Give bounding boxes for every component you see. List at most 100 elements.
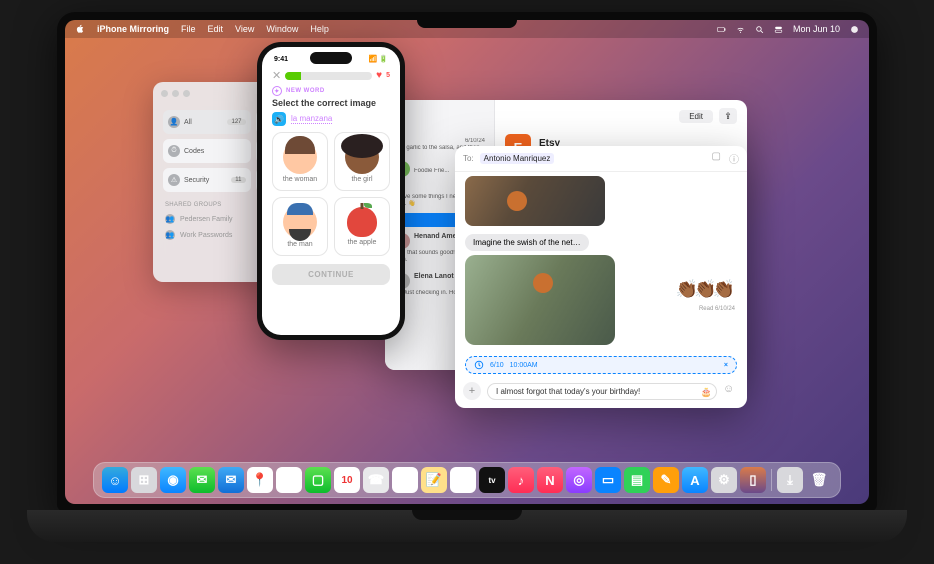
note-preview: Foodie Frie... <box>414 168 449 174</box>
dock-trash-icon[interactable]: 🗑 <box>806 467 832 493</box>
siri-icon[interactable] <box>850 25 859 34</box>
dock-music-icon[interactable]: ♪ <box>508 467 534 493</box>
tile-label: Codes <box>184 148 204 155</box>
dock-appstore-icon[interactable]: A <box>682 467 708 493</box>
emoji-button[interactable]: ☺ <box>723 383 739 399</box>
menubar-date[interactable]: Mon Jun 10 <box>793 24 840 34</box>
dock-tv-icon[interactable]: tv <box>479 467 505 493</box>
answer-card-woman[interactable]: the woman <box>272 132 328 191</box>
dock-safari-icon[interactable]: ◉ <box>160 467 186 493</box>
dock-maps-icon[interactable]: 📍 <box>247 467 273 493</box>
battery-icon[interactable] <box>717 25 726 34</box>
new-word-label: NEW WORD <box>286 88 325 94</box>
iphone-mirror-window[interactable]: 9:41 📶 🔋 ✕ ♥ 5 ✦ NEW WORD Select the cor… <box>257 42 405 340</box>
desktop[interactable]: iPhone Mirroring File Edit View Window H… <box>65 20 869 504</box>
menubar-app-name[interactable]: iPhone Mirroring <box>97 24 169 34</box>
received-image-2[interactable] <box>465 255 615 345</box>
menubar-item-window[interactable]: Window <box>266 24 298 34</box>
schedule-time: 10:00AM <box>510 362 538 369</box>
passwords-tile-codes[interactable]: ⏱ Codes <box>163 139 251 163</box>
answer-card-girl[interactable]: the girl <box>334 132 390 191</box>
dock-photos-icon[interactable]: ✿ <box>276 467 302 493</box>
woman-illustration <box>283 140 317 174</box>
dock-finder-icon[interactable]: ☺ <box>102 467 128 493</box>
info-icon[interactable]: ⓘ <box>729 151 739 166</box>
basketball-icon <box>533 273 553 293</box>
menubar-item-view[interactable]: View <box>235 24 254 34</box>
clock-icon: ⏱ <box>168 145 180 157</box>
dock-iphone-mirroring-icon[interactable]: ▯ <box>740 467 766 493</box>
spotlight-icon[interactable] <box>755 25 764 34</box>
message-input[interactable]: I almost forgot that today's your birthd… <box>487 383 717 400</box>
control-center-icon[interactable] <box>774 25 783 34</box>
lesson-word[interactable]: la manzana <box>291 114 332 124</box>
tapback-reaction[interactable]: 👏🏾👏🏾👏🏾 <box>676 279 731 300</box>
macbook-frame: iPhone Mirroring File Edit View Window H… <box>27 12 907 552</box>
lesson-top-bar: ✕ ♥ 5 <box>262 67 400 84</box>
read-receipt: Read 6/10/24 <box>699 306 735 312</box>
dock-launchpad-icon[interactable]: ⊞ <box>131 467 157 493</box>
dock-facetime-icon[interactable]: ▢ <box>305 467 331 493</box>
dock-news-icon[interactable]: N <box>537 467 563 493</box>
card-label: the woman <box>283 176 317 183</box>
iphone-screen[interactable]: 9:41 📶 🔋 ✕ ♥ 5 ✦ NEW WORD Select the cor… <box>262 47 400 335</box>
schedule-date: 6/10 <box>490 362 504 369</box>
minimize-button[interactable] <box>172 90 179 97</box>
edit-button[interactable]: Edit <box>679 110 713 123</box>
dock-contacts-icon[interactable]: ☎ <box>363 467 389 493</box>
messages-window[interactable]: To: Antonio Manriquez ▢ ⓘ Imagine the sw… <box>455 146 747 408</box>
sparkle-icon: ✦ <box>272 86 282 96</box>
dock-messages-icon[interactable]: ✉ <box>189 467 215 493</box>
messages-thread[interactable]: Imagine the swish of the net… 👏🏾👏🏾👏🏾 Rea… <box>455 172 747 356</box>
scheduled-send-bar[interactable]: 6/10 10:00AM × <box>465 356 737 374</box>
draft-text: I almost forgot that today's your birthd… <box>496 387 640 396</box>
girl-illustration <box>345 140 379 174</box>
dock: ☺⊞◉✉✉📍✿▢10☎≡📝✎tv♪N◎▭▤✎A⚙▯⤓🗑 <box>93 462 841 498</box>
menubar-item-help[interactable]: Help <box>310 24 329 34</box>
dock-notes-icon[interactable]: 📝 <box>421 467 447 493</box>
answer-card-apple[interactable]: the apple <box>334 197 390 256</box>
group-label: Pedersen Family <box>180 216 233 223</box>
notes-header-buttons: Edit ⇪ <box>679 108 737 124</box>
window-traffic-lights <box>161 90 190 97</box>
wifi-icon[interactable] <box>736 25 745 34</box>
dock-numbers-icon[interactable]: ▤ <box>624 467 650 493</box>
share-button[interactable]: ⇪ <box>719 108 737 124</box>
dock-freeform-icon[interactable]: ✎ <box>450 467 476 493</box>
dock-separator <box>771 469 772 491</box>
zoom-button[interactable] <box>183 90 190 97</box>
dock-podcasts-icon[interactable]: ◎ <box>566 467 592 493</box>
dock-reminders-icon[interactable]: ≡ <box>392 467 418 493</box>
cancel-schedule-button[interactable]: × <box>724 362 728 369</box>
close-button[interactable] <box>161 90 168 97</box>
facetime-icon[interactable]: ▢ <box>712 151 721 166</box>
continue-button[interactable]: CONTINUE <box>272 264 390 285</box>
macbook-notch <box>417 12 517 28</box>
shield-icon: ⚠ <box>168 174 180 186</box>
menubar-item-file[interactable]: File <box>181 24 196 34</box>
tile-count: 11 <box>231 177 245 183</box>
note-date: 6/10/24 <box>394 138 485 144</box>
passwords-tile-security[interactable]: ⚠Security11 <box>163 168 251 192</box>
note-name: Elena Lanot <box>414 273 454 280</box>
dock-downloads-icon[interactable]: ⤓ <box>777 467 803 493</box>
passwords-tile-all[interactable]: 👤All127 <box>163 110 251 134</box>
recipient-token[interactable]: Antonio Manriquez <box>480 153 555 164</box>
speaker-button[interactable]: 🔊 <box>272 112 286 126</box>
dock-calendar-icon[interactable]: 10 <box>334 467 360 493</box>
add-attachment-button[interactable]: + <box>463 382 481 400</box>
dock-keynote-icon[interactable]: ▭ <box>595 467 621 493</box>
menubar-item-edit[interactable]: Edit <box>208 24 224 34</box>
apple-logo-icon[interactable] <box>75 24 85 34</box>
apple-illustration <box>347 207 377 237</box>
dock-settings-icon[interactable]: ⚙ <box>711 467 737 493</box>
new-word-badge: ✦ NEW WORD <box>262 84 400 98</box>
incoming-message[interactable]: Imagine the swish of the net… <box>465 234 589 251</box>
screen-bezel: iPhone Mirroring File Edit View Window H… <box>57 12 877 512</box>
dock-mail-icon[interactable]: ✉ <box>218 467 244 493</box>
answer-card-man[interactable]: the man <box>272 197 328 256</box>
dock-pages-icon[interactable]: ✎ <box>653 467 679 493</box>
received-image-1[interactable] <box>465 176 605 226</box>
close-lesson-button[interactable]: ✕ <box>272 69 281 82</box>
card-label: the man <box>287 241 312 248</box>
